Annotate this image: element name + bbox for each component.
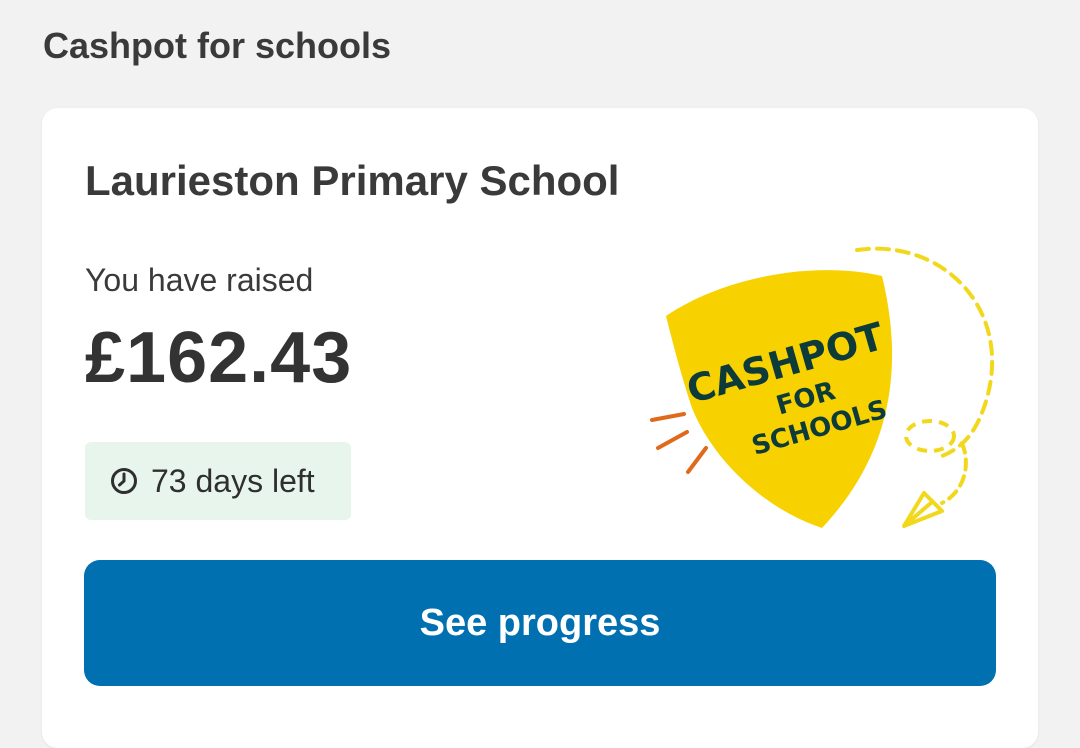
days-left-badge: 73 days left xyxy=(85,442,351,520)
raised-amount: £162.43 xyxy=(85,318,353,398)
school-name: Laurieston Primary School xyxy=(85,157,620,204)
days-left-text: 73 days left xyxy=(151,463,315,499)
clock-icon xyxy=(111,468,137,494)
raised-label: You have raised xyxy=(85,262,314,298)
cashpot-card: Laurieston Primary School You have raise… xyxy=(42,108,1038,748)
section-title: Cashpot for schools xyxy=(43,25,392,66)
see-progress-button[interactable]: See progress xyxy=(84,560,996,686)
cashpot-logo: CASHPOT FOR SCHOOLS xyxy=(642,238,1002,538)
